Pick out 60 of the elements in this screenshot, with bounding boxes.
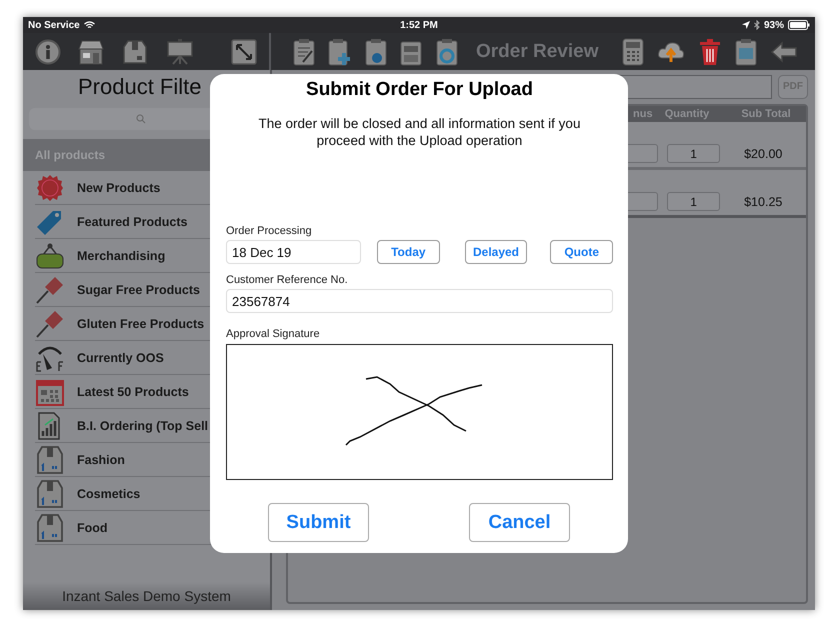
wifi-icon (84, 21, 95, 29)
dialog-message: The order will be closed and all information sent if you proceed with the Upload operation (258, 115, 582, 149)
category-label: Latest 50 Products (77, 384, 189, 398)
dialog-button[interactable]: Submit (268, 503, 369, 542)
box-icon (35, 478, 65, 508)
box-icon[interactable] (121, 38, 149, 64)
category-label: Featured Products (77, 214, 188, 228)
bluetooth-icon (754, 20, 760, 30)
pushpin-icon (35, 274, 65, 304)
info-icon[interactable] (35, 38, 61, 64)
clipboard-pencil-icon[interactable] (293, 38, 315, 66)
category-label: New Products (77, 180, 160, 194)
trash-icon[interactable] (698, 38, 722, 66)
battery-text: 93% (764, 20, 784, 30)
calculator-icon[interactable] (622, 38, 644, 66)
back-arrow-icon[interactable] (770, 40, 798, 62)
option-button[interactable]: Today (377, 240, 440, 264)
calendar-icon (35, 378, 65, 406)
quantity-field[interactable]: 1 (666, 192, 720, 211)
dialog-button[interactable]: Cancel (469, 503, 570, 542)
signature-pad[interactable] (226, 344, 613, 480)
option-button[interactable]: Delayed (464, 240, 528, 264)
battery-icon (788, 20, 810, 30)
clipboard-icon[interactable] (734, 38, 756, 66)
store-icon[interactable] (77, 38, 105, 64)
location-icon (742, 21, 750, 29)
column-header: nus (633, 108, 654, 120)
subtotal-cell-text: $10.25 (743, 195, 784, 209)
panel-title: Product Filte (77, 73, 202, 101)
reference-field[interactable]: 23567874 (226, 289, 613, 313)
box-icon (35, 512, 65, 542)
category-label: B.I. Ordering (Top Sell (77, 418, 208, 432)
clock-text: 1:52 PM (400, 20, 438, 30)
sign-icon (35, 242, 65, 270)
easel-icon[interactable] (165, 38, 195, 64)
category-label: Cosmetics (77, 486, 140, 500)
badge-icon (35, 174, 65, 202)
box-icon (35, 444, 65, 474)
category-label: Sugar Free Products (77, 282, 200, 296)
category-label: Fashion (77, 452, 125, 466)
column-header: Sub Total (740, 108, 792, 120)
clipboard-plus-icon[interactable] (328, 38, 352, 66)
app-name-text: Inzant Sales Demo System (62, 588, 231, 604)
dialog-title: Submit Order For Upload (305, 79, 534, 101)
date-field[interactable]: 18 Dec 19 (226, 240, 361, 264)
category-label: Food (77, 520, 108, 534)
subtotal-cell-text: $20.00 (743, 147, 784, 161)
resize-icon[interactable] (231, 38, 257, 64)
category-label: Merchandising (77, 248, 166, 262)
cloud-upload-icon[interactable] (656, 40, 684, 64)
carrier-text: No Service (28, 20, 80, 30)
toolbar-title: Order Review (476, 40, 598, 62)
clipboard-refresh-icon[interactable] (435, 38, 459, 66)
clipboard-badge-icon[interactable] (365, 38, 387, 66)
option-button[interactable]: Quote (550, 240, 614, 264)
search-icon (136, 114, 146, 124)
quantity-field[interactable]: 1 (666, 144, 720, 163)
category-label: Gluten Free Products (77, 316, 204, 330)
pushpin-icon (35, 308, 65, 338)
category-label: Currently OOS (77, 350, 164, 364)
